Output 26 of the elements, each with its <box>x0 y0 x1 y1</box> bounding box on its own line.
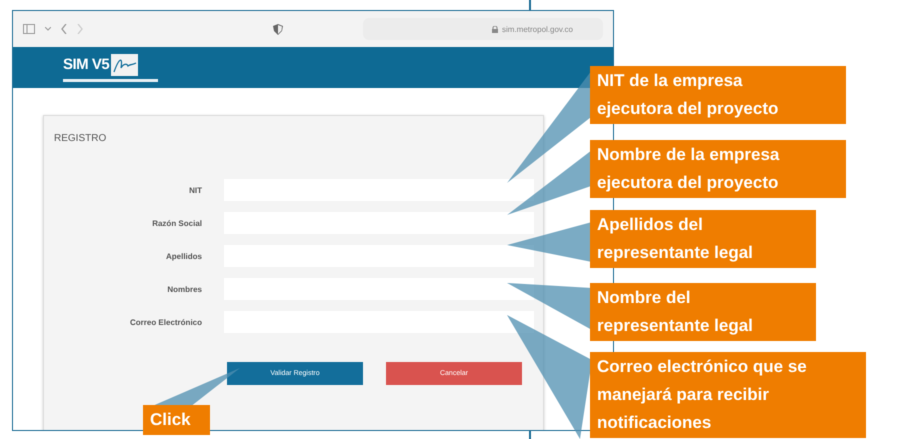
field-label: Apellidos <box>166 252 202 260</box>
logo-text: SIM V5 <box>63 56 110 73</box>
field-label: Nombres <box>167 284 202 294</box>
callout-label: Correo electrónico que se manejará para recibir notificaciones <box>590 352 866 438</box>
callout-label: NIT de la empresa ejecutora del proyecto <box>590 66 846 124</box>
chevron-down-icon[interactable] <box>45 27 51 31</box>
form-title: REGISTRO <box>54 133 106 144</box>
input-field[interactable] <box>224 311 534 333</box>
address-bar[interactable]: sim.metropol.gov.co <box>363 18 603 40</box>
input-field[interactable] <box>224 212 534 234</box>
field-label: Razón Social <box>152 218 202 228</box>
back-icon[interactable] <box>61 24 67 34</box>
input-field[interactable] <box>224 179 534 201</box>
callout-label: Nombre de la empresa ejecutora del proyecto <box>590 140 846 198</box>
input-field[interactable] <box>224 245 534 267</box>
callout-label: Click <box>143 405 210 435</box>
callout-label: Nombre del representante legal <box>590 283 816 341</box>
sidebar-icon[interactable] <box>23 24 35 34</box>
forward-icon[interactable] <box>77 24 83 34</box>
field-label: Correo Electrónico <box>130 318 202 326</box>
input-field[interactable] <box>224 278 534 300</box>
callout-label: Apellidos del representante legal <box>590 210 816 268</box>
shield-icon[interactable] <box>273 24 283 34</box>
field-label: NIT <box>189 186 202 194</box>
signature-icon <box>111 54 138 76</box>
lock-icon <box>492 26 498 32</box>
